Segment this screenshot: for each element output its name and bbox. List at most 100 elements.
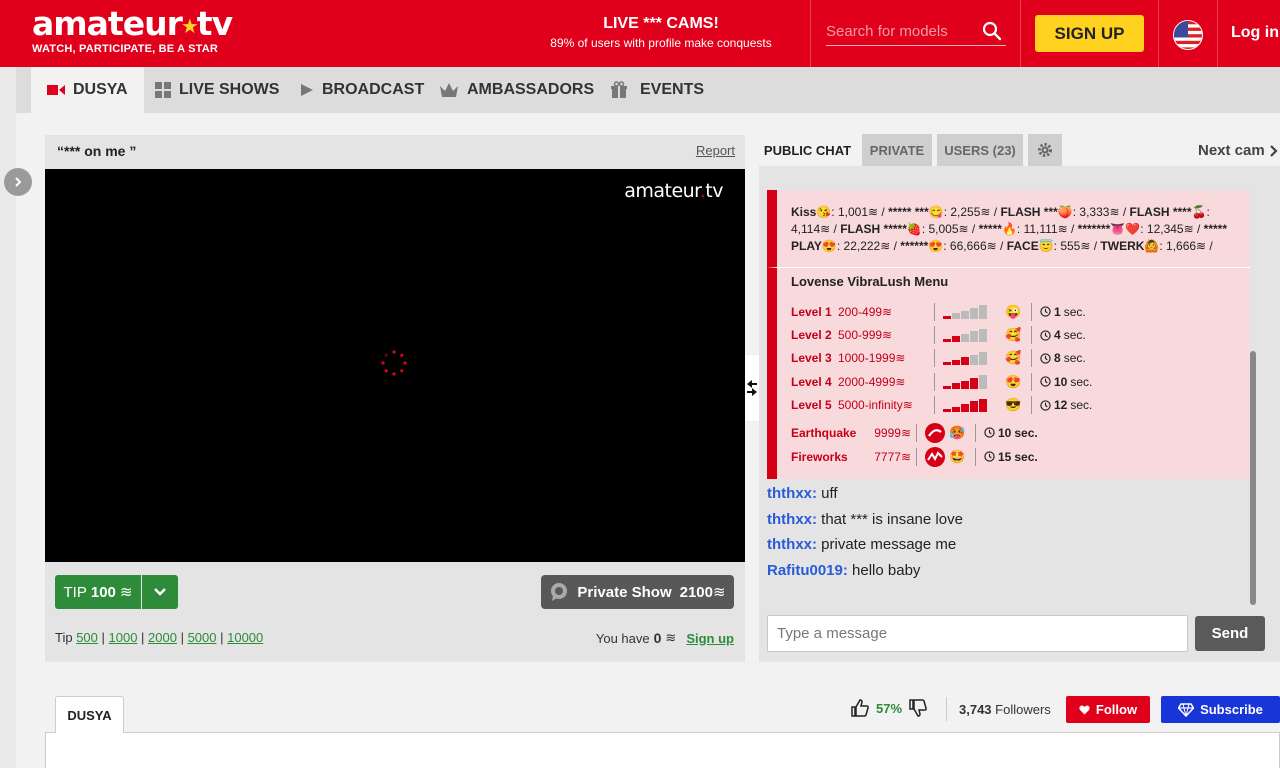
thumbs-down-icon[interactable] — [908, 698, 928, 718]
model-search — [826, 18, 1006, 46]
chat-message: Rafitu0019: hello baby — [767, 558, 1250, 584]
chat-message: ththxx: private message me — [767, 532, 1250, 558]
tab-settings[interactable] — [1028, 134, 1062, 166]
chat-message: ththxx: that *** is insane love — [767, 507, 1250, 533]
heart-icon — [1079, 705, 1090, 714]
tip-menu-item: *****🔥: 11,111≋ / — [978, 222, 1078, 236]
chat-username[interactable]: Rafitu0019: — [767, 562, 848, 579]
panel-resize-handle[interactable] — [745, 355, 759, 421]
login-link[interactable]: Log in — [1231, 24, 1279, 42]
header-divider — [810, 0, 811, 67]
private-show-button[interactable]: Private Show 2100≋ — [541, 575, 734, 609]
promo-subtitle: 89% of users with profile make conquests — [550, 36, 772, 50]
gear-icon — [1038, 143, 1052, 157]
chat-message: ththxx: uff — [767, 481, 1250, 507]
tab-users[interactable]: USERS (23) — [937, 134, 1023, 166]
lovense-effect-row: Fireworks 7777≋ 🤩 15 sec. — [791, 445, 1242, 469]
grid-icon — [155, 82, 171, 98]
profile-panel — [45, 732, 1280, 768]
chat-bubble-icon — [551, 583, 568, 601]
site-header: amateur★tv WATCH, PARTICIPATE, BE A STAR… — [0, 0, 1280, 67]
video-watermark-logo: amateur.tv — [624, 180, 723, 202]
tip-menu-item: FLASH *****🍓: 5,005≋ / — [840, 222, 979, 236]
video-stream[interactable]: amateur.tv — [45, 169, 745, 562]
logo-star-icon: ★ — [180, 14, 199, 38]
chevron-right-icon — [1269, 144, 1278, 157]
tab-public-chat[interactable]: PUBLIC CHAT — [759, 134, 856, 166]
coin-icon: ≋ — [665, 630, 677, 645]
lovense-menu: Lovense VibraLush Menu Level 1 200-499≋ 😜 1… — [767, 267, 1250, 479]
chat-username[interactable]: ththxx: — [767, 536, 817, 553]
tip-menu-message: Kiss😘: 1,001≋ / ***** ***😋: 2,255≋ / FLA… — [767, 190, 1250, 267]
stream-title: “*** on me ” — [57, 143, 137, 159]
lovense-level-row: Level 5 5000-infinity≋ 😎 12 sec. — [791, 396, 1093, 415]
subscribe-button[interactable]: Subscribe — [1161, 696, 1280, 723]
gift-icon — [611, 81, 627, 98]
public-chat-panel: Kiss😘: 1,001≋ / ***** ***😋: 2,255≋ / FLA… — [759, 166, 1280, 662]
vibration-strength-bars — [943, 305, 999, 319]
clock-icon — [1040, 353, 1051, 364]
clock-icon — [1040, 376, 1051, 388]
tip-preset-link[interactable]: 10000 — [227, 630, 263, 645]
lovense-level-row: Level 4 2000-4999≋ 😍 10 sec. — [791, 372, 1093, 391]
balance-signup-link[interactable]: Sign up — [686, 631, 734, 646]
nav-item-ambassadors[interactable]: AMBASSADORS — [439, 67, 594, 113]
vibration-strength-bars — [943, 351, 999, 366]
followers-count: 3,743 Followers — [959, 702, 1051, 717]
follow-button[interactable]: Follow — [1066, 696, 1150, 723]
logo-tagline: WATCH, PARTICIPATE, BE A STAR — [32, 43, 219, 55]
tip-amount-dropdown[interactable] — [142, 575, 178, 609]
chat-username[interactable]: ththxx: — [767, 511, 817, 528]
token-balance: You have 0 ≋ Sign up — [595, 630, 734, 646]
header-divider — [1158, 0, 1159, 67]
tip-menu-item: ***** ***😋: 2,255≋ / — [888, 205, 1001, 219]
lovense-title: Lovense VibraLush Menu — [791, 274, 949, 289]
chat-scrollbar[interactable] — [1250, 351, 1256, 605]
rating: 57% — [850, 698, 928, 718]
search-input[interactable] — [826, 18, 976, 44]
effect-icon — [925, 446, 945, 467]
tip-menu-item: Kiss😘: 1,001≋ / — [791, 205, 889, 219]
nav-item-live-shows[interactable]: LIVE SHOWS — [155, 67, 279, 113]
tip-preset-link[interactable]: 1000 — [109, 630, 138, 645]
tip-button[interactable]: TIP 100 ≋ — [55, 575, 141, 609]
video-player-panel: “*** on me ” Report amateur.tv TIP 100 ≋… — [45, 135, 745, 662]
tip-preset-link[interactable]: 500 — [76, 630, 98, 645]
chevron-down-icon — [154, 588, 166, 596]
site-logo[interactable]: amateur★tv WATCH, PARTICIPATE, BE A STAR — [32, 6, 233, 56]
tip-menu-item: TWERK🙆: 1,666≋ / — [1100, 239, 1213, 253]
lovense-level-row: Level 3 1000-1999≋ 🥰 8 sec. — [791, 349, 1086, 368]
tip-presets: Tip 500 | 1000 | 2000 | 5000 | 10000 — [55, 630, 264, 645]
nav-item-dusya[interactable]: DUSYA — [31, 67, 144, 113]
search-icon[interactable] — [982, 21, 1002, 41]
signup-button[interactable]: SIGN UP — [1035, 15, 1144, 52]
thumbs-up-icon[interactable] — [850, 698, 870, 718]
effect-icon — [925, 422, 945, 443]
lovense-level-row: Level 2 500-999≋ 🥰 4 sec. — [791, 326, 1086, 345]
loading-spinner-icon — [381, 350, 407, 376]
tip-preset-link[interactable]: 2000 — [148, 630, 177, 645]
sidebar-toggle[interactable] — [4, 168, 32, 196]
profile-tab-dusya[interactable]: DUSYA — [55, 696, 124, 733]
divider — [946, 697, 947, 721]
clock-icon — [984, 451, 995, 463]
clock-icon — [1040, 400, 1051, 411]
tip-menu-item: FLASH ***🍑: 3,333≋ / — [1000, 205, 1130, 219]
send-button[interactable]: Send — [1195, 616, 1265, 651]
header-divider — [1217, 0, 1218, 67]
lovense-level-row: Level 1 200-499≋ 😜 1 sec. — [791, 302, 1086, 321]
report-link[interactable]: Report — [696, 143, 735, 158]
us-flag-icon[interactable] — [1173, 20, 1203, 50]
chat-messages[interactable]: Kiss😘: 1,001≋ / ***** ***😋: 2,255≋ / FLA… — [767, 190, 1250, 610]
nav-item-broadcast[interactable]: BROADCAST — [300, 67, 424, 113]
nav-item-events[interactable]: EVENTS — [610, 67, 704, 113]
clock-icon — [1040, 306, 1051, 317]
header-promo: LIVE *** CAMS! 89% of users with profile… — [530, 15, 792, 51]
camera-icon — [47, 85, 65, 95]
swap-arrows-icon — [747, 380, 757, 396]
chat-message-input[interactable] — [767, 615, 1188, 652]
next-cam-link[interactable]: Next cam — [1198, 142, 1279, 159]
chat-username[interactable]: ththxx: — [767, 485, 817, 502]
tip-preset-link[interactable]: 5000 — [188, 630, 217, 645]
tab-private[interactable]: PRIVATE — [862, 134, 932, 166]
